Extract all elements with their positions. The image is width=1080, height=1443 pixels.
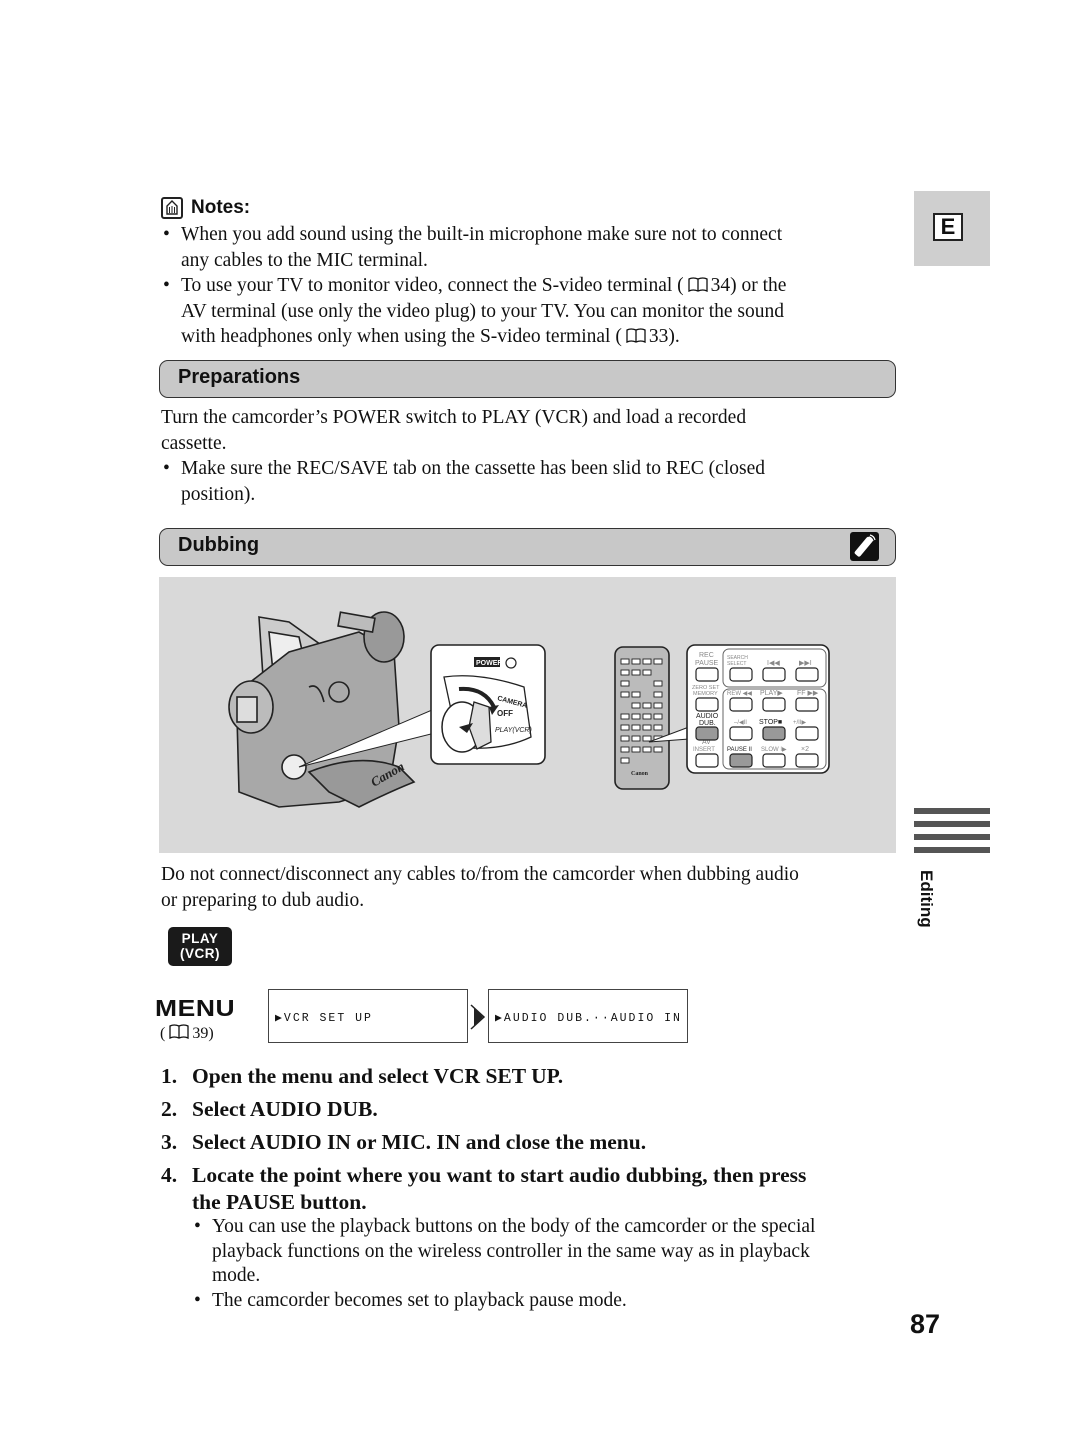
svg-text:×2: ×2 [801, 746, 809, 753]
preparations-title: Preparations [178, 366, 301, 388]
svg-text:REW ◀◀: REW ◀◀ [727, 691, 752, 697]
menu-page-reference: (39) [160, 1024, 214, 1042]
preparations-bullet: Make sure the REC/SAVE tab on the casset… [161, 456, 901, 507]
steps-list: 1. Open the menu and select VCR SET UP. … [161, 1060, 901, 1216]
dubbing-heading-bar: Dubbing [159, 528, 896, 566]
svg-text:PAUSE: PAUSE [695, 660, 719, 667]
language-label: E [933, 213, 963, 241]
note-item: When you add sound using the built-in mi… [161, 222, 901, 273]
svg-text:I◀◀: I◀◀ [767, 660, 780, 667]
double-chevron-right-icon [470, 1004, 488, 1035]
dubbing-warning: Do not connect/disconnect any cables to/… [161, 864, 799, 911]
svg-text:INSERT: INSERT [693, 747, 715, 753]
step4-bullet: The camcorder becomes set to playback pa… [192, 1289, 912, 1314]
svg-text:REC: REC [699, 652, 714, 659]
language-tab: E [914, 191, 990, 266]
notes-title: Notes: [191, 197, 251, 218]
notes-pencil-icon [161, 197, 183, 219]
play-vcr-mode-badge: PLAY (VCR) [168, 927, 232, 966]
chapter-label: Editing [917, 870, 936, 928]
page-reference[interactable]: 34 [711, 275, 731, 296]
svg-text:AUDIO: AUDIO [696, 713, 719, 720]
svg-text:DUB.: DUB. [699, 720, 716, 727]
wireless-controller-icon [850, 532, 879, 561]
step4-notes: You can use the playback buttons on the … [192, 1215, 912, 1313]
step-item: 2. Select AUDIO DUB. [161, 1097, 378, 1121]
svg-text:PAUSE II: PAUSE II [727, 747, 752, 753]
power-switch-inset: POWER CAMERA OFF PLAY(VCR) [430, 644, 546, 765]
book-reference-icon [169, 1024, 189, 1039]
preparations-heading-bar: Preparations [159, 360, 896, 398]
svg-text:–/◀II: –/◀II [734, 720, 747, 726]
wireless-controller-illustration: Canon [614, 646, 670, 790]
svg-text:PLAY▶: PLAY▶ [760, 690, 783, 697]
svg-text:STOP■: STOP■ [759, 719, 782, 726]
step-item: 1. Open the menu and select VCR SET UP. [161, 1064, 564, 1088]
chapter-tab: Editing [908, 870, 938, 932]
page-reference[interactable]: 33 [649, 326, 669, 347]
svg-text:FF ▶▶: FF ▶▶ [797, 690, 819, 697]
step-item: 4. Locate the point where you want to st… [161, 1163, 807, 1214]
svg-text:OFF: OFF [497, 709, 513, 718]
svg-text:Canon: Canon [631, 771, 649, 777]
notes-list: When you add sound using the built-in mi… [161, 222, 901, 350]
notes-heading: Notes: [161, 197, 250, 219]
page-reference[interactable]: 39) [192, 1025, 213, 1042]
menu-screen-audio-dub: ▶AUDIO DUB.··AUDIO IN [488, 989, 688, 1043]
menu-label: MENU [155, 995, 236, 1021]
svg-text:SLOW I▶: SLOW I▶ [761, 747, 787, 753]
svg-text:SELECT: SELECT [727, 661, 746, 667]
dubbing-title: Dubbing [178, 534, 260, 556]
book-reference-icon [626, 328, 646, 343]
step-item: 3. Select AUDIO IN or MIC. IN and close … [161, 1130, 647, 1154]
power-label: POWER [476, 660, 502, 667]
book-reference-icon [688, 277, 708, 292]
camcorder-illustration: Canon [228, 611, 416, 808]
svg-text:+/II▶: +/II▶ [793, 720, 807, 726]
remote-buttons-inset: RECPAUSE SEARCHSELECT I◀◀ ▶▶I ZERO SETMEM… [686, 644, 830, 774]
menu-screen-vcr-setup: ▶VCR SET UP [268, 989, 468, 1043]
note-item: To use your TV to monitor video, connect… [161, 273, 901, 350]
chapter-tab-lines [914, 808, 990, 860]
preparations-body: Turn the camcorder’s POWER switch to PLA… [161, 405, 901, 507]
svg-text:▶▶I: ▶▶I [799, 660, 812, 667]
page-number: 87 [910, 1309, 941, 1339]
dubbing-illustration: Canon POWER CAMERA OFF PLAY(VCR) Canon R… [159, 577, 896, 853]
svg-text:PLAY(VCR): PLAY(VCR) [495, 727, 532, 734]
step4-bullet: You can use the playback buttons on the … [192, 1215, 912, 1289]
svg-text:MEMORY: MEMORY [693, 691, 718, 697]
